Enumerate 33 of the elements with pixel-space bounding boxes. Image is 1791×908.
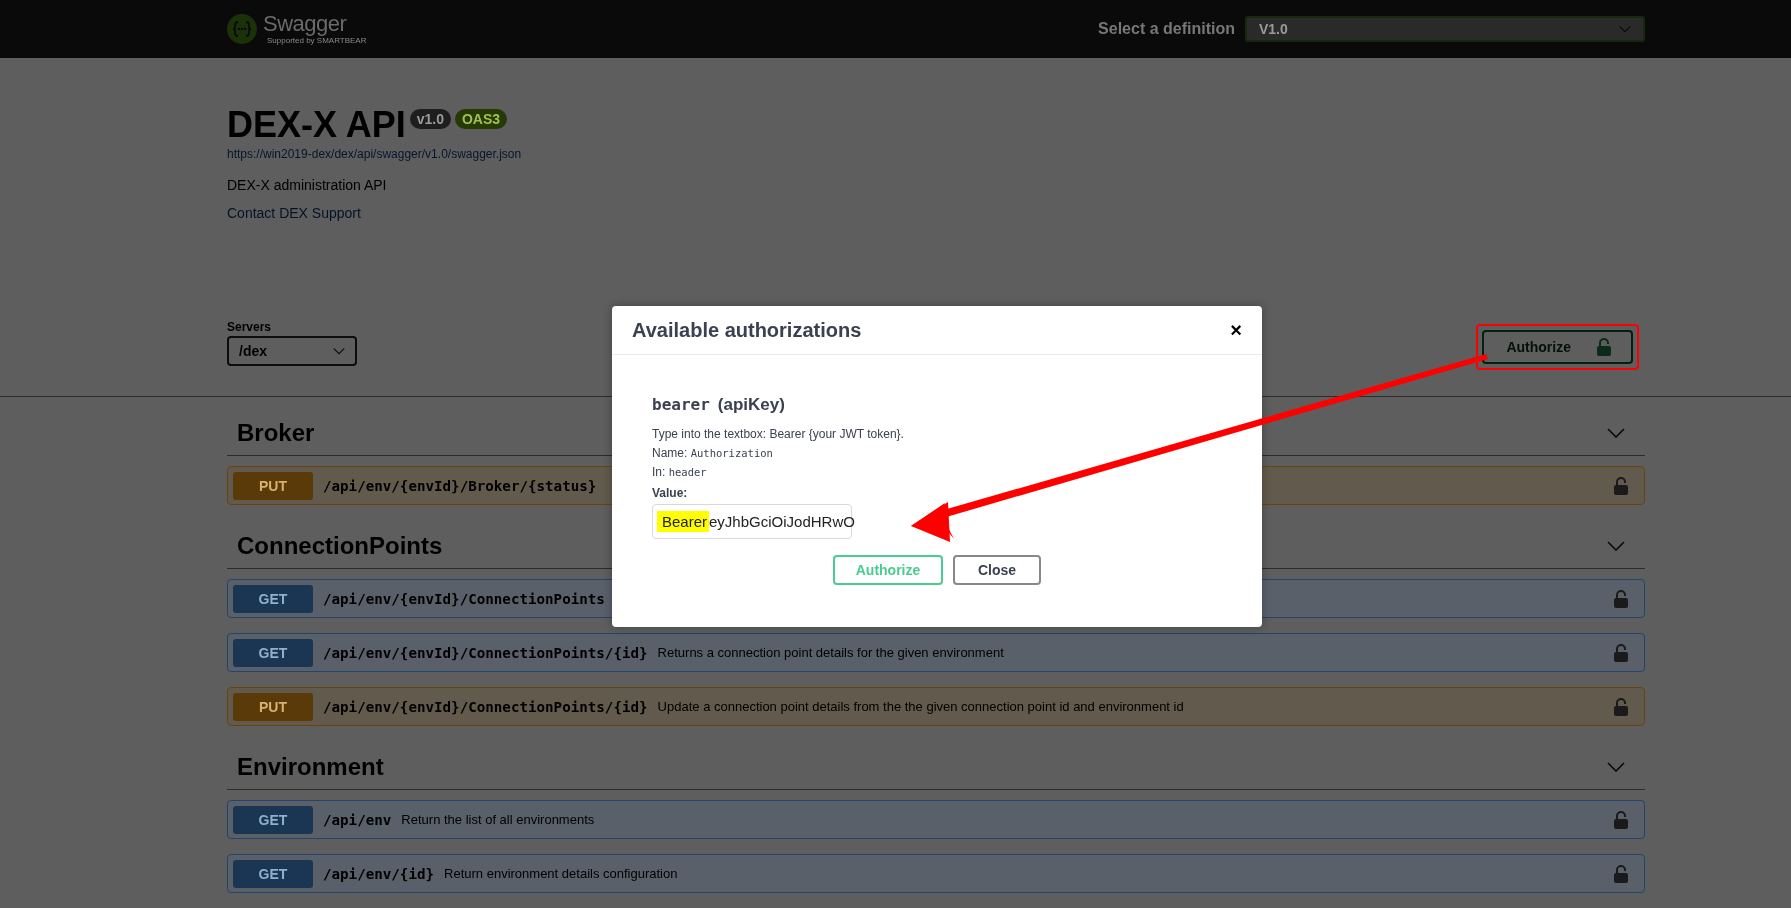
endpoint-summary: Return environment details configuration (444, 866, 678, 881)
scheme-type: (apiKey) (717, 395, 785, 415)
method-label: PUT (233, 471, 313, 500)
definition-label: Select a definition (1098, 20, 1235, 38)
value-label: Value: (652, 486, 689, 500)
method-label: GET (233, 584, 313, 613)
endpoint-path: /api/env/{envId}/ConnectionPoints/{id} (323, 644, 648, 661)
highlighted-text: Bearer (657, 511, 710, 532)
parameter-line: In: header (652, 465, 708, 480)
servers-label: Servers (227, 320, 273, 334)
method-label: GET (233, 859, 313, 888)
method-label: GET (233, 805, 313, 834)
modal-title: Available authorizations (632, 318, 862, 342)
api-description: DEX-X administration API (227, 177, 388, 193)
logo-subtext: Supported by SMARTBEAR (267, 36, 367, 46)
endpoint-summary: Update a connection point details from the the given connection point id and environment id (657, 699, 1184, 714)
version-tag: v1.0 (409, 109, 451, 129)
endpoint-path: /api/env (323, 811, 392, 828)
scheme-name: bearer (652, 395, 710, 414)
logo-text: Swagger (263, 12, 348, 36)
endpoint-path: /api/env/{envId}/ConnectionPoints/{id} (323, 698, 648, 715)
version-tag: OAS3 (454, 109, 508, 129)
endpoint-summary: Returns a connection point details for the given environment (657, 645, 1004, 660)
endpoint-path: /api/env/{envId}/ConnectionPoints (323, 590, 605, 607)
hint-text: Type into the textbox: Bearer {your JWT token}. (652, 427, 905, 442)
endpoint-path: /api/env/{envId}/Broker/{status} (323, 477, 597, 494)
endpoint-path: /api/env/{id} (323, 865, 435, 882)
parameter-line: Name: Authorization (652, 446, 774, 461)
api-title: DEX-X API (227, 103, 406, 147)
value-text: eyJhbGciOiJodHRwO (709, 513, 855, 530)
method-label: PUT (233, 692, 313, 721)
endpoint-summary: Return the list of all environments (401, 812, 595, 827)
method-label: GET (233, 638, 313, 667)
